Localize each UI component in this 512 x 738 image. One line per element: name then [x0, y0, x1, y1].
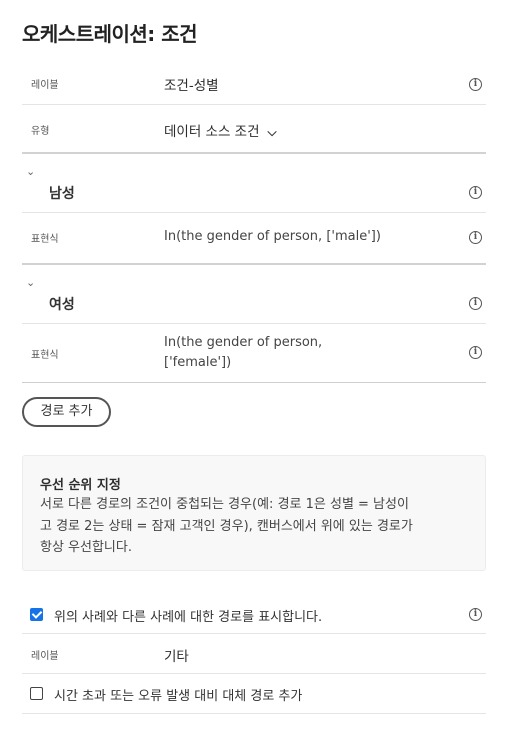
priority-note-line: 서로 다른 경로의 조건이 중첩되는 경우(예: 경로 1은 성별 = 남성이 — [40, 497, 409, 512]
chevron-down-icon[interactable]: ⌄ — [26, 276, 35, 289]
type-field-label: 유형 — [31, 126, 50, 137]
path-header-female: ⌄ 여성 i — [22, 265, 486, 324]
expression-value[interactable]: In(the gender of person, ['male']) — [164, 227, 381, 247]
chevron-down-icon: ⌵ — [267, 125, 277, 139]
path-expression-row: 표현식 In(the gender of person, ['female'])… — [22, 324, 486, 383]
priority-note-line: 항상 우선합니다. — [40, 540, 132, 555]
show-other-label[interactable]: 위의 사례와 다른 사례에 대한 경로를 표시합니다. — [54, 606, 322, 625]
info-icon[interactable]: i — [469, 608, 482, 621]
info-icon[interactable]: i — [469, 231, 482, 244]
show-other-row: 위의 사례와 다른 사례에 대한 경로를 표시합니다. i — [22, 596, 486, 634]
priority-note: 우선 순위 지정 서로 다른 경로의 조건이 중첩되는 경우(예: 경로 1은 … — [22, 455, 486, 571]
timeout-row: 시간 초과 또는 오류 발생 대비 대체 경로 추가 — [22, 674, 486, 714]
priority-note-title: 우선 순위 지정 — [40, 478, 121, 493]
path-expression-row: 표현식 In(the gender of person, ['male']) i — [22, 213, 486, 265]
add-path-button[interactable]: 경로 추가 — [22, 397, 111, 427]
timeout-label[interactable]: 시간 초과 또는 오류 발생 대비 대체 경로 추가 — [54, 685, 302, 704]
label-field-value[interactable]: 조건-성별 — [164, 74, 219, 94]
other-label-field-label: 레이블 — [31, 651, 59, 662]
path-header-male: ⌄ 남성 i — [22, 154, 486, 213]
type-row: 유형 데이터 소스 조건 ⌵ — [22, 105, 486, 154]
path-name: 여성 — [49, 297, 75, 313]
priority-note-line: 고 경로 2는 상태 = 잠재 고객인 경우), 캔버스에서 위에 있는 경로가 — [40, 518, 413, 534]
expression-line: ['female']) — [164, 355, 232, 370]
chevron-down-icon[interactable]: ⌄ — [26, 165, 35, 178]
priority-note-body: 서로 다른 경로의 조건이 중첩되는 경우(예: 경로 1은 성별 = 남성이 … — [40, 494, 476, 559]
label-row: 레이블 조건-성별 i — [22, 64, 486, 105]
label-field-label: 레이블 — [31, 80, 59, 91]
info-icon[interactable]: i — [469, 186, 482, 199]
info-icon[interactable]: i — [469, 78, 482, 91]
type-dropdown[interactable]: 데이터 소스 조건 ⌵ — [164, 120, 277, 140]
other-label-field-value[interactable]: 기타 — [164, 645, 189, 665]
info-icon[interactable]: i — [469, 297, 482, 310]
other-label-row: 레이블 기타 — [22, 634, 486, 674]
expression-label: 표현식 — [31, 350, 59, 361]
info-icon[interactable]: i — [469, 346, 482, 359]
timeout-checkbox[interactable] — [30, 687, 43, 700]
show-other-checkbox[interactable] — [30, 608, 43, 621]
type-dropdown-value: 데이터 소스 조건 — [164, 124, 260, 140]
path-name: 남성 — [49, 186, 75, 202]
page-title: 오케스트레이션: 조건 — [22, 22, 198, 46]
expression-line: In(the gender of person, — [164, 335, 323, 350]
expression-label: 표현식 — [31, 234, 59, 245]
expression-value[interactable]: In(the gender of person, ['female']) — [164, 333, 322, 373]
